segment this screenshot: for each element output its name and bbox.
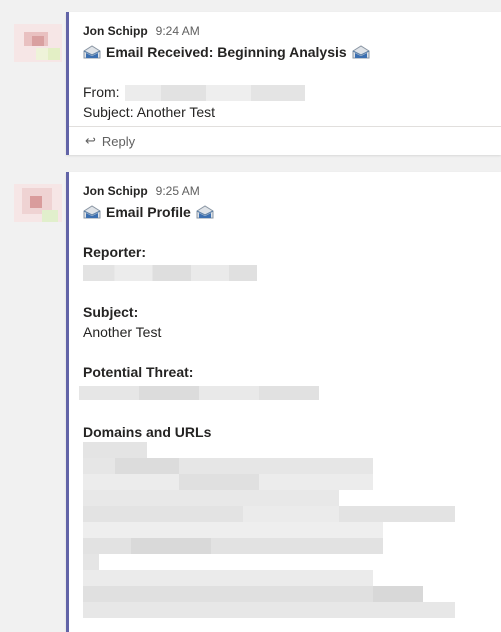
from-line: From: [83,82,487,102]
threat-value [79,382,487,402]
reply-arrow-icon: ↩ [85,133,96,148]
message-title: Email Received: Beginning Analysis [83,42,487,62]
avatar[interactable] [14,184,62,222]
message-card: Jon Schipp 9:25 AM Email Profile Reporte… [66,172,501,632]
redacted-sender [125,85,306,102]
redacted-reporter [83,265,257,282]
mail-open-icon [83,205,101,219]
from-label: From: [83,84,120,100]
redacted-domains-list [83,442,455,622]
reply-button[interactable]: ↩ Reply [69,126,501,155]
avatar[interactable] [14,24,62,62]
mail-open-icon [196,205,214,219]
message-title: Email Profile [83,202,487,222]
mail-open-icon [83,45,101,59]
message-title-text: Email Received: Beginning Analysis [106,44,347,60]
reporter-label: Reporter: [83,244,147,260]
message-author[interactable]: Jon Schipp [83,24,148,38]
subject-value: Another Test [83,324,162,340]
message-timestamp: 9:24 AM [155,24,200,38]
message-timestamp: 9:25 AM [155,184,200,198]
reply-label: Reply [101,133,136,149]
message-author[interactable]: Jon Schipp [83,184,148,198]
reporter-value [83,262,487,282]
threat-label: Potential Threat: [83,364,194,380]
redacted-threat [79,386,319,401]
mail-open-icon [352,45,370,59]
domains-label: Domains and URLs [83,424,212,440]
subject-line: Subject: Another Test [83,104,216,120]
subject-label: Subject: [83,304,139,320]
message-title-text: Email Profile [106,204,191,220]
message-card: Jon Schipp 9:24 AM Email Received: Begin… [66,12,501,155]
